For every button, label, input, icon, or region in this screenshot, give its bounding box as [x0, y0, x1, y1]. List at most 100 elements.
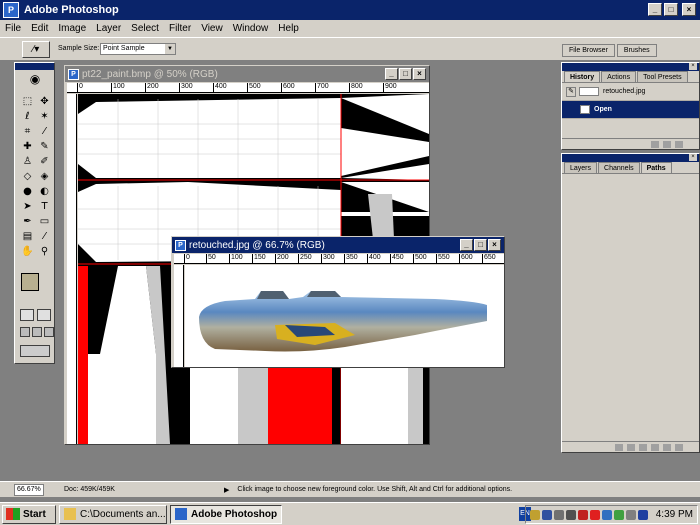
trash-icon[interactable] — [675, 443, 683, 451]
foreground-color-swatch[interactable] — [21, 273, 39, 291]
menu-window[interactable]: Window — [228, 23, 274, 34]
menu-edit[interactable]: Edit — [26, 23, 53, 34]
fill-path-icon[interactable] — [615, 443, 623, 451]
menu-file[interactable]: File — [0, 23, 26, 34]
menu-help[interactable]: Help — [273, 23, 304, 34]
taskbar-clock[interactable]: 4:39 PM — [656, 509, 693, 520]
tab-paths[interactable]: Paths — [640, 162, 672, 173]
doc-close-button[interactable]: × — [488, 239, 501, 251]
tray-app-icon[interactable] — [529, 509, 540, 520]
vertical-ruler[interactable] — [174, 265, 184, 367]
pen-tool-icon[interactable]: ✒ — [20, 215, 35, 228]
tray-sync-icon[interactable] — [637, 509, 648, 520]
trash-icon[interactable] — [675, 140, 683, 148]
tab-brushes[interactable]: Brushes — [616, 44, 657, 57]
lasso-tool-icon[interactable]: ℓ — [20, 110, 35, 123]
shape-tool-icon[interactable]: ▭ — [37, 215, 52, 228]
adobe-online-eye-icon[interactable]: ◉ — [19, 72, 51, 90]
doc-maximize-button[interactable]: □ — [474, 239, 487, 251]
doc-minimize-button[interactable]: _ — [460, 239, 473, 251]
slice-tool-icon[interactable]: ⁄ — [37, 125, 52, 138]
close-button[interactable]: × — [682, 3, 696, 16]
menu-image[interactable]: Image — [53, 23, 91, 34]
quick-mask-mode-icon[interactable] — [37, 309, 51, 321]
load-selection-icon[interactable] — [639, 443, 647, 451]
tab-layers[interactable]: Layers — [564, 162, 598, 173]
brush-tool-icon[interactable]: ✎ — [37, 140, 52, 153]
tray-display-icon[interactable] — [577, 509, 588, 520]
zoom-tool-icon[interactable]: ⚲ — [37, 245, 52, 258]
tray-network-icon[interactable] — [553, 509, 564, 520]
vertical-ruler[interactable] — [67, 94, 77, 444]
eyedropper-tool-icon[interactable]: ⁄ — [37, 230, 52, 243]
menu-select[interactable]: Select — [126, 23, 164, 34]
maximize-button[interactable]: □ — [664, 3, 678, 16]
close-icon[interactable]: × — [689, 154, 697, 161]
history-brush-source-icon[interactable]: ✎ — [566, 86, 576, 97]
tab-history[interactable]: History — [564, 71, 601, 82]
move-tool-icon[interactable]: ✥ — [37, 95, 52, 108]
type-tool-icon[interactable]: T — [37, 200, 52, 213]
doc-title: pt22_paint.bmp @ 50% (RGB) — [82, 68, 218, 80]
jump-to-imageready-icon[interactable] — [20, 345, 50, 357]
hand-tool-icon[interactable]: ✋ — [20, 245, 35, 258]
history-snapshot[interactable]: ✎ retouched.jpg — [562, 83, 699, 101]
tray-shield-icon[interactable] — [541, 509, 552, 520]
full-screen-menu-icon[interactable] — [32, 327, 42, 337]
zoom-field[interactable]: 66.67% — [14, 483, 44, 496]
tray-ati-icon[interactable] — [589, 509, 600, 520]
make-work-path-icon[interactable] — [651, 443, 659, 451]
toolbox-titlebar[interactable] — [15, 63, 54, 70]
panel-titlebar[interactable]: × — [562, 63, 699, 71]
crop-tool-icon[interactable]: ⌗ — [20, 125, 35, 138]
minimize-button[interactable]: _ — [648, 3, 662, 16]
healing-brush-tool-icon[interactable]: ✚ — [20, 140, 35, 153]
tray-lock-icon[interactable] — [625, 509, 636, 520]
marquee-tool-icon[interactable]: ⬚ — [20, 95, 35, 108]
doc-maximize-button[interactable]: □ — [399, 68, 412, 80]
full-screen-icon[interactable] — [44, 327, 54, 337]
horizontal-ruler[interactable]: 0 50 100 150 200 250 300 350 400 450 500… — [174, 254, 504, 264]
start-button[interactable]: Start — [2, 504, 56, 524]
tab-channels[interactable]: Channels — [598, 162, 640, 173]
tray-antivirus-icon[interactable] — [601, 509, 612, 520]
taskbar-item-photoshop[interactable]: Adobe Photoshop — [170, 504, 282, 524]
eyedropper-preset-icon[interactable]: ⁄▾ — [22, 41, 50, 58]
sample-size-select[interactable]: Point Sample ▼ — [100, 43, 176, 55]
tray-user-icon[interactable] — [613, 509, 624, 520]
panel-titlebar[interactable]: × — [562, 154, 699, 162]
history-brush-tool-icon[interactable]: ✐ — [37, 155, 52, 168]
clone-stamp-tool-icon[interactable]: ♙ — [20, 155, 35, 168]
canvas-fuselage-image[interactable] — [185, 265, 504, 367]
magic-wand-tool-icon[interactable]: ✶ — [37, 110, 52, 123]
notes-tool-icon[interactable]: ▤ — [20, 230, 35, 243]
play-arrow-icon[interactable]: ▶ — [224, 486, 229, 494]
menu-filter[interactable]: Filter — [164, 23, 196, 34]
new-path-icon[interactable] — [663, 443, 671, 451]
doc-titlebar[interactable]: P pt22_paint.bmp @ 50% (RGB) _ □ × — [65, 66, 429, 82]
tab-file-browser[interactable]: File Browser — [562, 44, 615, 57]
taskbar-item-explorer[interactable]: C:\Documents an... — [59, 504, 167, 524]
menu-view[interactable]: View — [196, 23, 228, 34]
history-step-open[interactable]: Open — [562, 101, 699, 119]
close-icon[interactable]: × — [689, 63, 697, 70]
doc-info[interactable]: Doc: 459K/459K — [64, 486, 194, 493]
new-snapshot-icon[interactable] — [663, 140, 671, 148]
stroke-path-icon[interactable] — [627, 443, 635, 451]
dodge-tool-icon[interactable]: ◐ — [37, 185, 52, 198]
tray-volume-icon[interactable] — [565, 509, 576, 520]
eraser-tool-icon[interactable]: ◇ — [20, 170, 35, 183]
horizontal-ruler[interactable]: 0 100 200 300 400 500 600 700 800 900 — [67, 83, 429, 93]
tab-tool-presets[interactable]: Tool Presets — [637, 71, 688, 82]
path-selection-tool-icon[interactable]: ➤ — [20, 200, 35, 213]
blur-tool-icon[interactable]: ● — [20, 185, 35, 198]
tab-actions[interactable]: Actions — [601, 71, 637, 82]
doc-minimize-button[interactable]: _ — [385, 68, 398, 80]
doc-close-button[interactable]: × — [413, 68, 426, 80]
doc-titlebar-active[interactable]: P retouched.jpg @ 66.7% (RGB) _ □ × — [172, 237, 504, 253]
menu-layer[interactable]: Layer — [91, 23, 126, 34]
paint-bucket-tool-icon[interactable]: ◈ — [37, 170, 52, 183]
new-document-icon[interactable] — [651, 140, 659, 148]
standard-screen-icon[interactable] — [20, 327, 30, 337]
standard-mode-icon[interactable] — [20, 309, 34, 321]
